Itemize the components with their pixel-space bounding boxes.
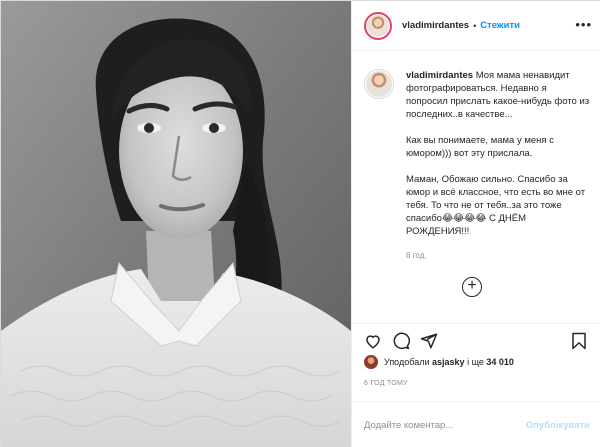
caption-paragraph-3: Маман, Обожаю сильно. Спасибо за юмор и … (406, 174, 588, 237)
liker-username[interactable]: asjasky (432, 357, 465, 367)
likes-summary: Уподобали asjasky і ще 34 010 (364, 355, 514, 369)
likes-prefix: Уподобали (384, 357, 430, 367)
post-sidebar: vladimirdantes • Стежити ••• vladimirdan… (351, 1, 600, 447)
comment-input[interactable] (364, 419, 514, 431)
portrait-photo (1, 1, 351, 447)
caption: vladimirdantes Моя мама ненавидит фотогр… (364, 69, 590, 262)
instagram-post: vladimirdantes • Стежити ••• vladimirdan… (0, 0, 600, 447)
add-comment-bar: Опублікувати (352, 401, 600, 447)
post-photo[interactable] (1, 1, 351, 447)
header-separator: • (473, 20, 477, 31)
author-username[interactable]: vladimirdantes (402, 20, 469, 31)
share-icon[interactable] (420, 332, 438, 350)
comment-icon[interactable] (392, 332, 410, 350)
caption-time: 6 год. (406, 251, 427, 260)
caption-paragraph-2: Как вы понимаете, мама у меня с юмором))… (406, 135, 557, 159)
caption-avatar[interactable] (364, 69, 394, 99)
post-header: vladimirdantes • Стежити ••• (352, 1, 600, 51)
bookmark-icon[interactable] (570, 332, 588, 350)
author-avatar[interactable] (364, 11, 392, 40)
post-age: 6 ГОД ТОМУ (364, 380, 408, 387)
likes-count[interactable]: 34 010 (486, 357, 514, 367)
liker-avatar[interactable] (364, 355, 378, 369)
heart-icon[interactable] (364, 332, 382, 350)
more-horizontal-icon[interactable]: ••• (575, 17, 592, 32)
caption-text: vladimirdantes Моя мама ненавидит фотогр… (406, 69, 590, 262)
follow-button[interactable]: Стежити (480, 20, 520, 31)
plus-circle-icon[interactable]: + (462, 277, 482, 297)
likes-middle: і ще (467, 357, 484, 367)
caption-username[interactable]: vladimirdantes (406, 70, 473, 81)
publish-button[interactable]: Опублікувати (526, 420, 590, 431)
